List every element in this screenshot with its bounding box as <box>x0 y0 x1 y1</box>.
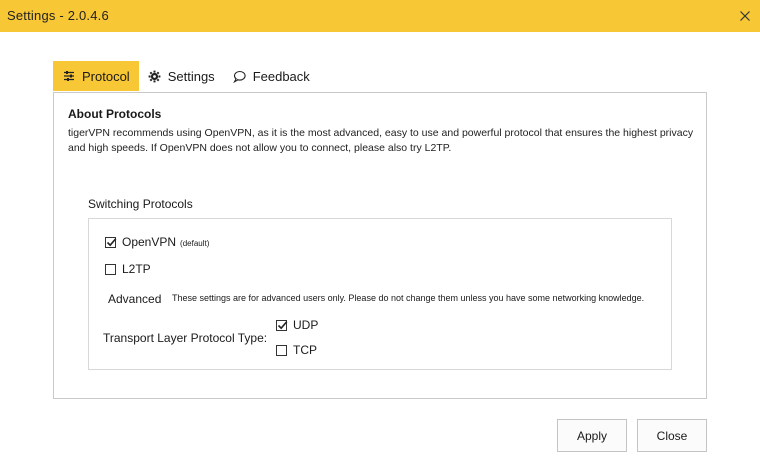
tab-feedback[interactable]: Feedback <box>224 61 319 91</box>
about-protocols-heading: About Protocols <box>68 107 162 121</box>
tcp-label: TCP <box>293 343 317 357</box>
switching-protocols-box: OpenVPN (default) L2TP Advanced These se… <box>88 218 672 370</box>
tab-settings-label: Settings <box>167 68 215 84</box>
tab-protocol-label: Protocol <box>82 68 130 84</box>
tcp-checkbox[interactable] <box>276 344 287 356</box>
gear-icon <box>148 69 162 83</box>
window-title-label: Settings - <box>7 8 68 23</box>
close-button[interactable]: Close <box>637 419 707 452</box>
advanced-label: Advanced <box>108 292 162 306</box>
switching-protocols-heading: Switching Protocols <box>88 197 193 211</box>
speech-bubble-icon <box>233 69 247 83</box>
l2tp-label: L2TP <box>122 262 151 276</box>
transport-layer-label: Transport Layer Protocol Type: <box>103 331 268 345</box>
tab-bar: Protocol Settings Feedback <box>53 61 319 91</box>
tab-protocol[interactable]: Protocol <box>53 61 139 91</box>
about-protocols-text: tigerVPN recommends using OpenVPN, as it… <box>68 127 694 154</box>
checkmark-icon <box>277 320 288 329</box>
tcp-option[interactable]: TCP <box>276 343 317 357</box>
close-window-button[interactable] <box>730 0 760 32</box>
l2tp-checkbox[interactable] <box>105 263 116 275</box>
udp-label: UDP <box>293 318 319 332</box>
checkmark-icon <box>106 237 117 246</box>
title-bar: Settings - 2.0.4.6 <box>0 0 760 32</box>
close-icon <box>740 11 750 21</box>
openvpn-label: OpenVPN <box>122 235 177 249</box>
openvpn-option[interactable]: OpenVPN (default) <box>105 235 209 249</box>
window-version: 2.0.4.6 <box>67 8 109 23</box>
sliders-icon <box>62 69 76 83</box>
protocol-panel: About Protocols tigerVPN recommends usin… <box>53 92 707 399</box>
udp-option[interactable]: UDP <box>276 318 318 332</box>
openvpn-checkbox[interactable] <box>105 236 117 248</box>
apply-button[interactable]: Apply <box>557 419 627 452</box>
advanced-note: These settings are for advanced users on… <box>172 293 645 303</box>
l2tp-option[interactable]: L2TP <box>105 262 151 276</box>
openvpn-default-note: (default) <box>180 238 210 248</box>
udp-checkbox[interactable] <box>276 319 288 331</box>
tab-feedback-label: Feedback <box>252 68 310 84</box>
window-title: Settings - 2.0.4.6 <box>7 8 109 23</box>
tab-settings[interactable]: Settings <box>139 61 224 91</box>
